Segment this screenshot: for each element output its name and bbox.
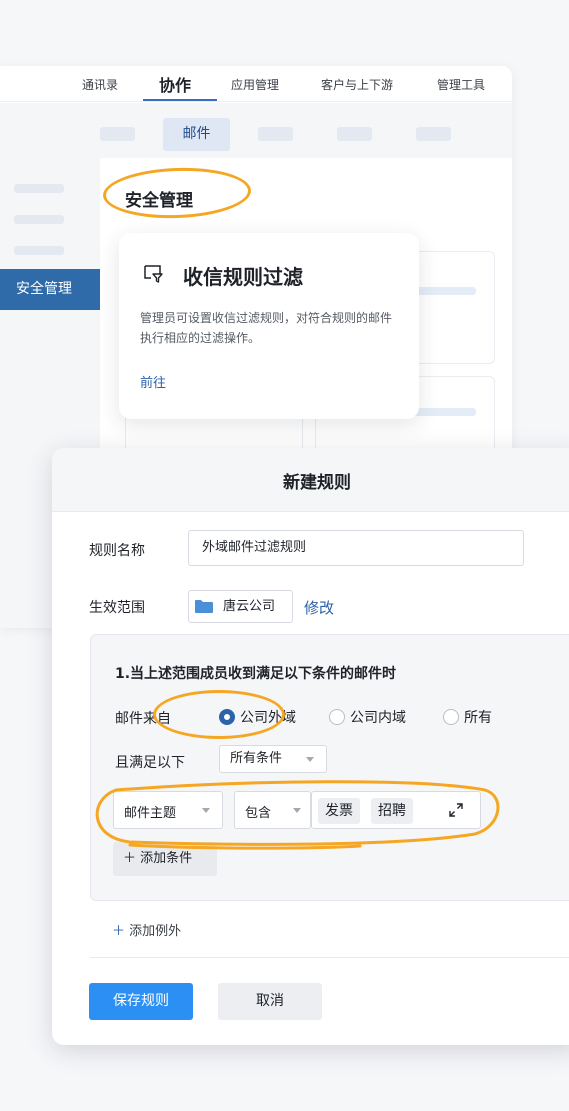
new-rule-dialog: 新建规则 规则名称 外域邮件过滤规则 生效范围 唐云公司 修改 1.当上述范围成… <box>52 448 569 1045</box>
keyword-tag[interactable]: 发票 <box>318 798 360 824</box>
highlight-circle <box>102 165 252 221</box>
highlight-circle <box>153 690 285 739</box>
operator-value: 包含 <box>245 806 272 821</box>
chevron-down-icon <box>293 808 301 813</box>
sidebar-item-placeholder[interactable] <box>14 246 64 255</box>
dialog-header: 新建规则 <box>52 448 569 512</box>
chevron-down-icon <box>306 757 314 762</box>
condition-panel: 1.当上述范围成员收到满足以下条件的邮件时 邮件来自 公司外域 公司内域 所有 … <box>90 634 569 901</box>
add-exception-button[interactable]: ＋ 添加例外 <box>112 920 181 939</box>
sidebar-item-security[interactable]: 安全管理 <box>0 269 100 310</box>
subtab-placeholder[interactable] <box>100 127 135 141</box>
operator-select[interactable]: 包含 <box>234 791 311 829</box>
mail-filter-card[interactable]: 收信规则过滤 管理员可设置收信过滤规则，对符合规则的邮件执行相应的过滤操作。 前… <box>119 233 419 419</box>
active-tab-indicator <box>143 99 217 101</box>
keyword-input[interactable]: 发票 招聘 <box>311 791 481 829</box>
nav-item-collaboration[interactable]: 协作 <box>159 72 191 96</box>
match-type-value: 所有条件 <box>230 751 283 766</box>
subtab-placeholder[interactable] <box>416 127 451 141</box>
nav-item-admin-tools[interactable]: 管理工具 <box>437 76 485 93</box>
cancel-button[interactable]: 取消 <box>218 983 322 1020</box>
scope-label: 生效范围 <box>89 600 145 616</box>
add-condition-button[interactable]: ＋ 添加条件 <box>113 842 217 876</box>
radio-unselected-icon <box>329 709 345 725</box>
field-select[interactable]: 邮件主题 <box>113 791 223 829</box>
radio-internal-domain[interactable]: 公司内域 <box>329 707 406 727</box>
card-description: 管理员可设置收信过滤规则，对符合规则的邮件执行相应的过滤操作。 <box>140 311 393 345</box>
dialog-title: 新建规则 <box>283 473 351 493</box>
plus-icon: ＋ <box>112 924 130 939</box>
filter-icon <box>144 265 163 283</box>
keyword-tag[interactable]: 招聘 <box>371 798 413 824</box>
subtab-placeholder[interactable] <box>258 127 293 141</box>
sidebar-item-placeholder[interactable] <box>14 184 64 193</box>
modify-scope-link[interactable]: 修改 <box>304 597 334 618</box>
rule-name-input[interactable]: 外域邮件过滤规则 <box>188 530 524 566</box>
nav-item-app-management[interactable]: 应用管理 <box>231 76 279 93</box>
top-navigation: 通讯录 协作 应用管理 客户与上下游 管理工具 <box>0 66 512 102</box>
goto-link[interactable]: 前往 <box>140 372 166 391</box>
condition-title: 1.当上述范围成员收到满足以下条件的邮件时 <box>115 666 397 682</box>
sub-navigation: 邮件 <box>0 103 512 158</box>
plus-icon: ＋ <box>123 851 141 866</box>
match-type-select[interactable]: 所有条件 <box>219 745 327 773</box>
radio-unselected-icon <box>443 709 459 725</box>
subtab-mail[interactable]: 邮件 <box>163 118 230 151</box>
sidebar-item-placeholder[interactable] <box>14 215 64 224</box>
nav-item-customers-partners[interactable]: 客户与上下游 <box>321 76 393 93</box>
radio-label: 所有 <box>464 710 492 726</box>
add-exception-label: 添加例外 <box>129 924 182 939</box>
folder-icon <box>195 600 213 613</box>
save-rule-button[interactable]: 保存规则 <box>89 983 193 1020</box>
chevron-down-icon <box>202 808 210 813</box>
field-value: 邮件主题 <box>124 806 177 821</box>
divider <box>90 957 569 958</box>
rule-name-label: 规则名称 <box>89 543 145 559</box>
nav-item-contacts[interactable]: 通讯录 <box>82 76 118 93</box>
add-condition-label: 添加条件 <box>140 851 193 866</box>
card-title: 收信规则过滤 <box>183 265 303 289</box>
subtab-placeholder[interactable] <box>337 127 372 141</box>
match-label: 且满足以下 <box>115 755 185 771</box>
radio-label: 公司内域 <box>350 710 406 726</box>
expand-icon[interactable] <box>448 802 464 818</box>
radio-all[interactable]: 所有 <box>443 707 492 727</box>
